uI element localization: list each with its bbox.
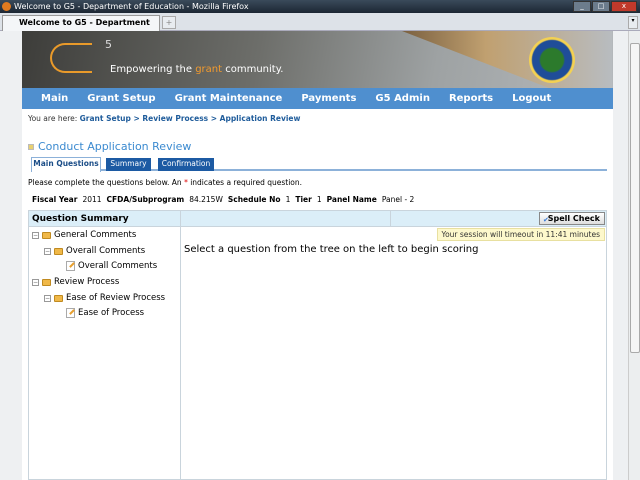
- collapse-icon[interactable]: −: [44, 294, 51, 302]
- folder-open-icon: [54, 247, 63, 255]
- nav-logout[interactable]: Logout: [512, 88, 551, 109]
- folder-open-icon: [42, 278, 51, 286]
- breadcrumb-path[interactable]: Grant Setup > Review Process > Applicati…: [80, 114, 301, 123]
- new-tab-button[interactable]: +: [162, 16, 176, 29]
- tab-confirmation[interactable]: Confirmation: [158, 158, 214, 171]
- main-nav: Main Grant Setup Grant Maintenance Payme…: [22, 88, 613, 109]
- schedule-label: Schedule No: [227, 195, 281, 204]
- application-info: Fiscal Year 2011 CFDA/Subprogram 84.215W S…: [32, 195, 414, 204]
- tagline: Empowering the grant community.: [110, 64, 283, 75]
- question-table: Question Summary ✔ Spell Check − General C…: [28, 210, 607, 480]
- firefox-icon: [2, 2, 11, 11]
- nav-main[interactable]: Main: [41, 88, 68, 109]
- schedule-value: 1: [285, 195, 291, 204]
- nav-grant-setup[interactable]: Grant Setup: [87, 88, 155, 109]
- breadcrumb: You are here: Grant Setup > Review Proce…: [28, 114, 300, 123]
- tagline-post: community.: [222, 64, 284, 75]
- session-timeout-notice: Your session will timeout in 11:41 minut…: [436, 228, 605, 241]
- panel-label: Panel Name: [326, 195, 377, 204]
- banner: 5 Empowering the grant community.: [22, 31, 613, 88]
- folder-open-icon: [42, 231, 51, 239]
- tree-node-general-comments[interactable]: − General Comments: [32, 230, 136, 240]
- browser-tab-bar: Welcome to G5 - Department of Edu... + ▾: [0, 13, 640, 41]
- nav-grant-maintenance[interactable]: Grant Maintenance: [175, 88, 283, 109]
- breadcrumb-prefix: You are here:: [28, 114, 80, 123]
- tree-node-label: General Comments: [54, 230, 137, 240]
- edit-document-icon: [66, 261, 75, 271]
- question-summary-header: Question Summary: [29, 211, 181, 226]
- minimize-button[interactable]: _: [573, 1, 591, 12]
- edit-document-icon: [66, 308, 75, 318]
- tier-label: Tier: [295, 195, 312, 204]
- page-viewport: 5 Empowering the grant community. Main G…: [0, 31, 628, 480]
- nav-g5-admin[interactable]: G5 Admin: [375, 88, 430, 109]
- page-title: Conduct Application Review: [28, 140, 191, 153]
- tree-node-label: Review Process: [54, 277, 120, 287]
- question-tree: − General Comments − Overall Comments Over…: [29, 227, 181, 480]
- instructions: Please complete the questions below. An …: [28, 178, 302, 187]
- panel-value: Panel - 2: [381, 195, 415, 204]
- instructions-pre: Please complete the questions below. An: [28, 178, 185, 187]
- g5-logo: [50, 43, 92, 73]
- tree-node-review-process[interactable]: − Review Process: [32, 277, 119, 287]
- nav-reports[interactable]: Reports: [449, 88, 493, 109]
- tab-list-button[interactable]: ▾: [628, 16, 638, 29]
- collapse-icon[interactable]: −: [32, 231, 39, 239]
- fiscal-year-value: 2011: [82, 195, 102, 204]
- window-title: Welcome to G5 - Department of Education …: [14, 2, 249, 11]
- folder-open-icon: [54, 294, 63, 302]
- instructions-post: indicates a required question.: [187, 178, 303, 187]
- library-image: [402, 31, 612, 88]
- tree-node-ease-of-process[interactable]: Ease of Process: [66, 308, 144, 318]
- maximize-button[interactable]: □: [592, 1, 610, 12]
- spell-check-label: Spell Check: [547, 214, 600, 223]
- vertical-scrollbar[interactable]: [628, 31, 640, 480]
- spell-check-button[interactable]: ✔ Spell Check: [539, 212, 605, 225]
- page-title-text: Conduct Application Review: [38, 140, 192, 153]
- tagline-accent: grant: [195, 64, 223, 75]
- title-bullet-icon: [28, 144, 34, 150]
- tree-node-overall-comments-group[interactable]: − Overall Comments: [44, 246, 145, 256]
- window-title-bar: Welcome to G5 - Department of Education …: [0, 0, 640, 13]
- tab-main-questions[interactable]: Main Questions: [31, 157, 101, 172]
- tab-summary[interactable]: Summary: [106, 158, 151, 171]
- collapse-icon[interactable]: −: [32, 278, 39, 286]
- scoring-message: Select a question from the tree on the l…: [184, 244, 479, 255]
- g5-logo-sup: 5: [105, 38, 112, 51]
- cfda-label: CFDA/Subprogram: [106, 195, 185, 204]
- tree-node-label: Overall Comments: [66, 246, 146, 256]
- tab-strip: Main Questions Summary Confirmation: [31, 157, 607, 172]
- cfda-value: 84.215W: [189, 195, 223, 204]
- department-seal-icon: [529, 37, 575, 83]
- collapse-icon[interactable]: −: [44, 247, 51, 255]
- tree-node-ease-of-review-process[interactable]: − Ease of Review Process: [44, 293, 165, 303]
- nav-payments[interactable]: Payments: [301, 88, 356, 109]
- scrollbar-thumb[interactable]: [630, 43, 640, 353]
- fiscal-year-label: Fiscal Year: [32, 195, 78, 204]
- tree-node-label: Ease of Review Process: [66, 293, 166, 303]
- tagline-pre: Empowering the: [110, 64, 196, 75]
- page: 5 Empowering the grant community. Main G…: [22, 31, 613, 480]
- tree-node-label: Ease of Process: [78, 308, 145, 318]
- tier-value: 1: [316, 195, 322, 204]
- spell-check-icon: ✔: [543, 216, 549, 224]
- close-button[interactable]: x: [611, 1, 637, 12]
- tree-node-overall-comments-question[interactable]: Overall Comments: [66, 261, 157, 271]
- browser-tab[interactable]: Welcome to G5 - Department of Edu...: [2, 15, 160, 41]
- question-table-header: Question Summary: [29, 211, 606, 227]
- tree-node-label: Overall Comments: [78, 261, 158, 271]
